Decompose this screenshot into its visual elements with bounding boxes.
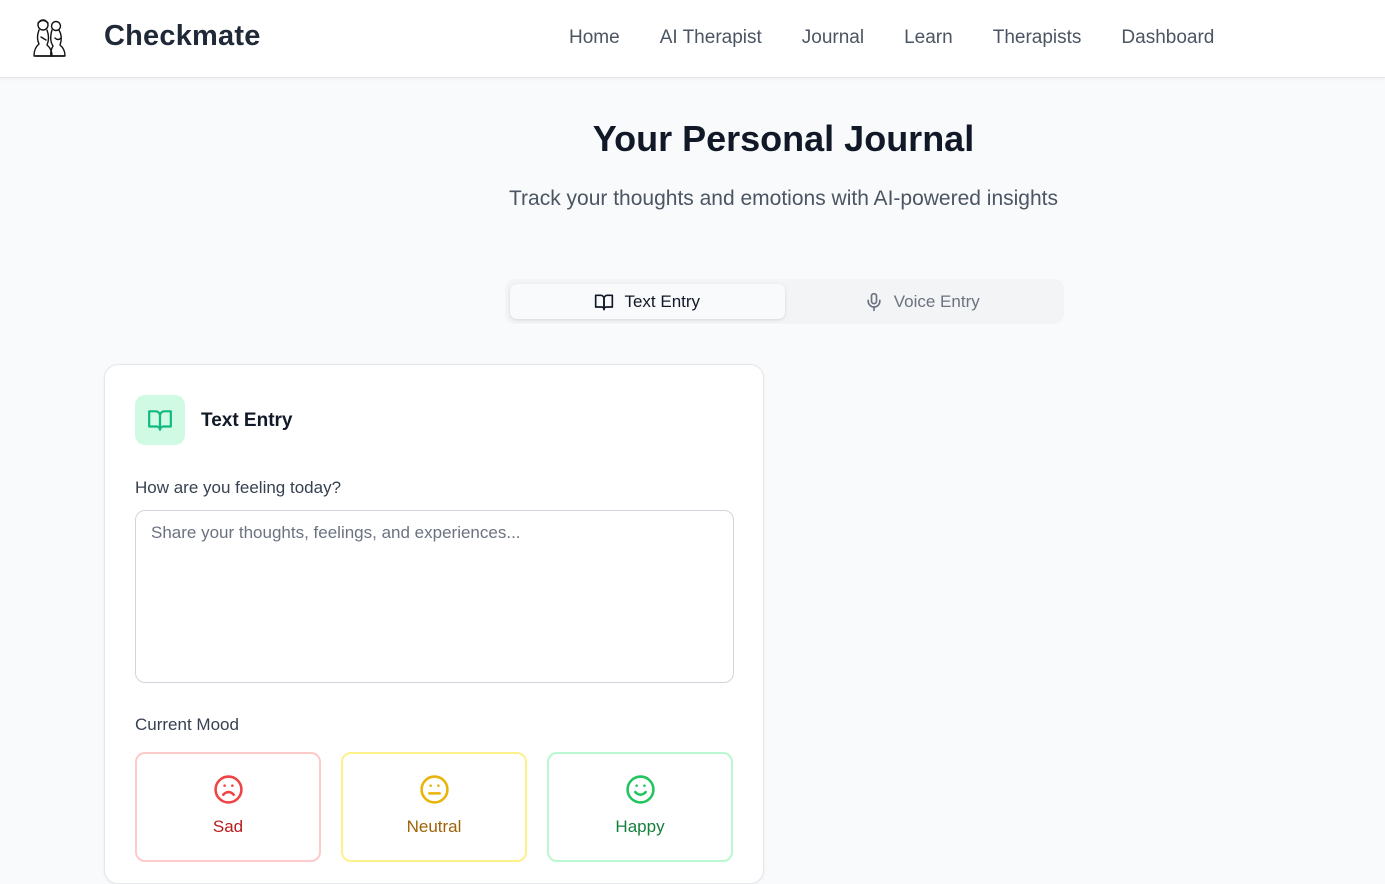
card-title: Text Entry [201,410,293,431]
chess-figures-logo-icon[interactable] [30,16,68,60]
mood-sad-label: Sad [212,817,244,836]
book-open-icon [595,294,614,310]
nav-dashboard[interactable]: Dashboard [1121,27,1214,49]
nav-learn[interactable]: Learn [904,27,953,49]
brand-name[interactable]: Checkmate [104,20,261,53]
main-nav: Home AI Therapist Journal Learn Therapis… [569,27,1214,49]
frown-icon [213,775,243,804]
nav-journal[interactable]: Journal [802,27,864,49]
mood-happy-label: Happy [615,817,665,836]
mood-neutral-label: Neutral [406,817,462,836]
mood-selector: Sad Neutral Happy [135,752,734,862]
nav-home[interactable]: Home [569,27,620,49]
meh-icon [419,775,449,804]
nav-therapists[interactable]: Therapists [993,27,1082,49]
microphone-icon [867,292,881,311]
entry-type-tabs: Text Entry Voice Entry [505,279,1064,324]
tab-voice-entry-label: Voice Entry [893,291,980,311]
nav-ai-therapist[interactable]: AI Therapist [660,27,762,49]
journal-entry-textarea[interactable] [135,510,734,683]
page-title: Your Personal Journal [592,118,975,159]
text-entry-card: Text Entry How are you feeling today? Cu… [104,364,764,884]
tab-voice-entry[interactable]: Voice Entry [785,284,1060,319]
mood-happy-button[interactable]: Happy [547,752,733,862]
page-subtitle: Track your thoughts and emotions with AI… [508,187,1058,210]
tab-text-entry-label: Text Entry [624,291,701,311]
tab-text-entry[interactable]: Text Entry [510,284,785,319]
card-icon-badge [135,395,185,445]
mood-neutral-button[interactable]: Neutral [341,752,527,862]
current-mood-label: Current Mood [135,715,239,734]
smile-icon [625,775,655,804]
top-navbar: Checkmate Home AI Therapist Journal Lear… [0,0,1385,78]
feeling-prompt-label: How are you feeling today? [135,478,342,497]
book-open-icon [148,410,172,431]
mood-sad-button[interactable]: Sad [135,752,321,862]
